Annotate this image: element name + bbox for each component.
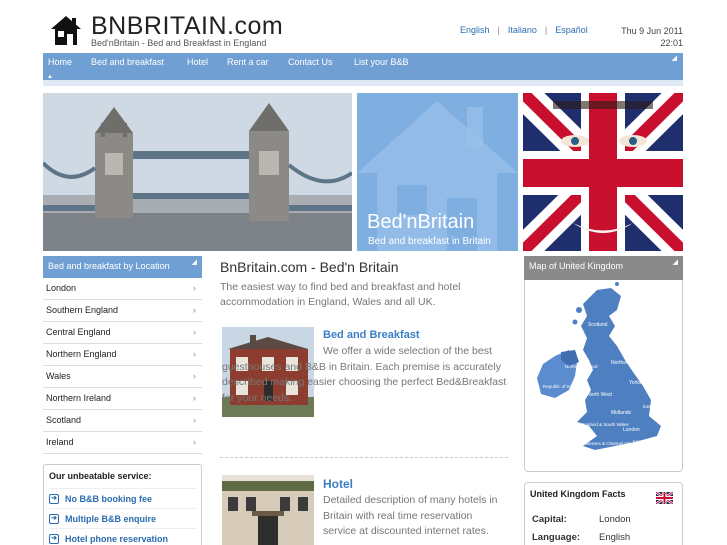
brand-name[interactable]: BNBRITAIN.com <box>91 12 283 41</box>
service-label: Hotel phone reservation <box>65 533 169 544</box>
location-label: Northern England <box>46 349 117 359</box>
nav-hotel[interactable]: Hotel <box>187 57 208 67</box>
chevron-right-icon: › <box>193 327 196 337</box>
service-item-multiple-enquire[interactable]: ➜ Multiple B&B enquire <box>49 508 196 528</box>
chevron-right-icon: › <box>193 305 196 315</box>
date-time: Thu 9 Jun 2011 22:01 <box>621 25 683 49</box>
nav-rent-a-car[interactable]: Rent a car <box>227 57 269 67</box>
nav-home[interactable]: Home <box>48 57 72 67</box>
facts-heading: United Kingdom Facts <box>530 489 626 499</box>
chevron-right-icon: › <box>193 393 196 403</box>
location-label: Scotland <box>46 415 82 425</box>
main-nav: Home Bed and breakfast Hotel Rent a car … <box>43 53 683 80</box>
location-label: Ireland <box>46 437 74 447</box>
location-label: London <box>46 283 77 293</box>
map-label-wessex: Wessex & Channel Isles <box>585 441 634 446</box>
tower-bridge-image <box>43 93 352 251</box>
location-heading: Bed and breakfast by Location <box>48 261 170 271</box>
map-label-yorkshire: Yorkshire <box>629 380 650 386</box>
language-switcher: English | Italiano | Español <box>452 25 596 35</box>
fact-value: English <box>599 532 631 543</box>
brand-tagline: Bed'nBritain - Bed and Breakfast in Engl… <box>91 38 267 48</box>
location-item-ireland[interactable]: Ireland › <box>43 432 202 454</box>
location-item-scotland[interactable]: Scotland › <box>43 410 202 432</box>
fact-row-capital: Capital: London <box>532 514 631 525</box>
current-time: 22:01 <box>660 38 683 48</box>
current-date: Thu 9 Jun 2011 <box>621 26 683 36</box>
map-label-east-anglia: East Anglia <box>643 404 666 409</box>
lang-italiano[interactable]: Italiano <box>500 25 545 35</box>
feature-title-hotel[interactable]: Hotel <box>323 477 353 491</box>
lang-english[interactable]: English <box>452 25 498 35</box>
nav-subbar <box>43 80 683 86</box>
arrow-right-icon: ➜ <box>49 493 59 504</box>
chevron-right-icon: › <box>193 371 196 381</box>
map-header[interactable]: Map of United Kingdom ◢ <box>524 256 683 280</box>
uk-flag-icon <box>656 492 673 504</box>
map-label-northern-ireland: Northern Ireland <box>565 364 598 369</box>
chevron-right-icon: › <box>193 349 196 359</box>
corner-arrow-icon: ◢ <box>671 55 677 62</box>
chevron-right-icon: › <box>193 437 196 447</box>
chevron-right-icon: › <box>193 415 196 425</box>
arrow-right-icon: ➜ <box>49 533 59 544</box>
location-label: Southern England <box>46 305 119 315</box>
uk-map[interactable]: Scotland Northern Ireland Republic of Ir… <box>524 280 683 472</box>
location-item-central-england[interactable]: Central England › <box>43 322 202 344</box>
map-label-republic-ireland: Republic of Ireland <box>543 384 581 389</box>
map-heading: Map of United Kingdom <box>529 261 624 271</box>
service-heading: Our unbeatable service: <box>49 471 152 481</box>
corner-arrow-icon: ◢ <box>672 259 678 266</box>
map-label-west-england: West of England & South Wales <box>565 422 630 427</box>
map-label-midlands: Midlands <box>611 410 632 416</box>
corner-arrow-icon: ◢ <box>191 259 197 266</box>
hotel-image[interactable] <box>222 475 314 545</box>
fact-key: Capital: <box>532 514 567 525</box>
location-item-london[interactable]: London › <box>43 278 202 300</box>
map-label-scotland: Scotland <box>588 322 608 328</box>
fact-value: London <box>599 514 631 525</box>
location-label: Northern Ireland <box>46 393 112 403</box>
location-label: Central England <box>46 327 111 337</box>
map-label-north-west: North West <box>587 392 613 398</box>
nav-contact-us[interactable]: Contact Us <box>288 57 333 67</box>
intro-text: The easiest way to find bed and breakfas… <box>220 281 461 308</box>
map-label-kent: Kent, Surrey & Sussex <box>633 439 679 444</box>
service-item-no-fee[interactable]: ➜ No B&B booking fee <box>49 488 196 508</box>
nav-list-your-bnb[interactable]: List your B&B <box>354 57 409 67</box>
page-title: BnBritain.com - Bed'n Britain <box>220 259 399 275</box>
location-item-wales[interactable]: Wales › <box>43 366 202 388</box>
feature-title-bnb[interactable]: Bed and Breakfast <box>323 329 420 341</box>
service-item-phone-reservation[interactable]: ➜ Hotel phone reservation <box>49 528 196 545</box>
arrow-right-icon: ➜ <box>49 513 59 524</box>
divider <box>220 457 508 458</box>
banner-title: Bed'nBritain <box>367 211 475 233</box>
fact-row-language: Language: English <box>532 532 630 543</box>
service-label: Multiple B&B enquire <box>65 513 157 524</box>
location-list: London › Southern England › Central Englan… <box>43 278 202 454</box>
house-logo-icon[interactable] <box>50 14 82 46</box>
location-item-northern-ireland[interactable]: Northern Ireland › <box>43 388 202 410</box>
location-label: Wales <box>46 371 71 381</box>
map-label-london: London <box>623 427 640 433</box>
service-label: No B&B booking fee <box>65 493 152 504</box>
location-header[interactable]: Bed and breakfast by Location ◢ <box>43 256 202 278</box>
bednbritain-banner[interactable]: Bed'nBritain Bed and breakfast in Britai… <box>357 93 518 251</box>
map-label-northern: Northern <box>611 360 631 366</box>
union-jack-face-image <box>523 93 683 251</box>
service-box: Our unbeatable service: ➜ No B&B booking … <box>43 464 202 545</box>
feature-desc-bnb: We offer a wide selection of the best gu… <box>222 345 507 404</box>
location-item-southern-england[interactable]: Southern England › <box>43 300 202 322</box>
lang-espanol[interactable]: Español <box>547 25 596 35</box>
chevron-right-icon: › <box>193 283 196 293</box>
fact-key: Language: <box>532 532 581 543</box>
nav-bed-and-breakfast[interactable]: Bed and breakfast <box>91 57 164 67</box>
feature-desc-hotel: Detailed description of many hotels in B… <box>323 494 498 537</box>
location-item-northern-england[interactable]: Northern England › <box>43 344 202 366</box>
uk-facts-box: United Kingdom Facts Capital: London Lang… <box>524 482 683 545</box>
banner-subtitle: Bed and breakfast in Britain <box>368 236 491 247</box>
